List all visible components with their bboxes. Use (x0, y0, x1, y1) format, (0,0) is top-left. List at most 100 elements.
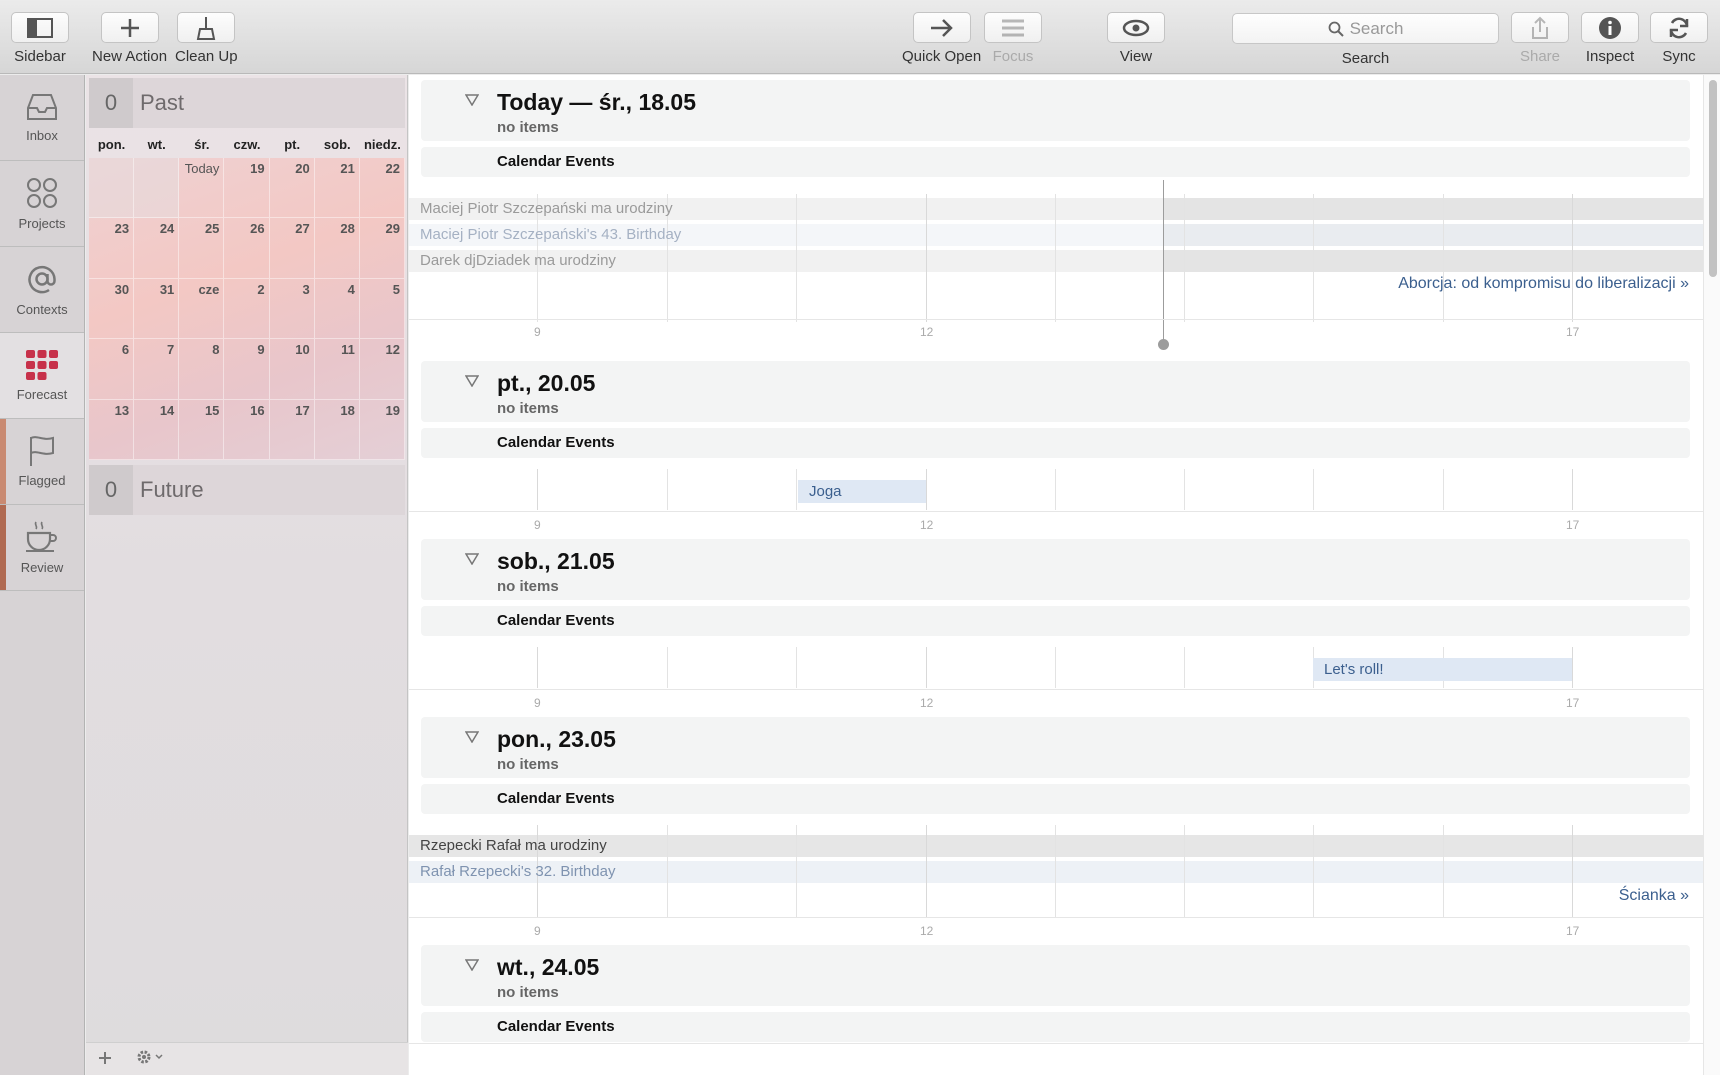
calendar-day[interactable]: 5 (359, 278, 405, 340)
calendar-day[interactable]: 15 (179, 399, 225, 460)
calendar-day[interactable]: 2 (224, 278, 270, 340)
calendar-day[interactable]: 19 (359, 399, 405, 460)
calendar-day[interactable]: 28 (314, 218, 360, 279)
calendar-day[interactable]: 16 (224, 399, 270, 460)
calendar-day[interactable]: 30 (89, 278, 135, 340)
calendar-day[interactable]: 18 (314, 399, 360, 460)
forecast-main: Today — śr., 18.05 no items Calendar Eve… (409, 75, 1703, 1075)
calendar-day[interactable]: cze (179, 278, 225, 340)
perspective-projects[interactable]: Projects (0, 161, 84, 247)
day-header-2405[interactable]: wt., 24.05 no items (421, 945, 1690, 1006)
hour-tick: 9 (534, 325, 541, 339)
disclosure-triangle-icon[interactable] (465, 731, 479, 743)
calendar-day[interactable]: 8 (179, 339, 225, 400)
calendar-day[interactable]: 20 (269, 158, 315, 219)
calendar-day[interactable]: 3 (269, 278, 315, 340)
vertical-scrollbar[interactable] (1703, 75, 1720, 1075)
day-title: Today — śr., 18.05 (497, 89, 697, 115)
perspective-inbox[interactable]: Inbox (0, 75, 84, 161)
future-label: Future (140, 477, 204, 502)
inspect-button[interactable]: Inspect (1581, 12, 1639, 65)
day-header-2305[interactable]: pon., 23.05 no items (421, 717, 1690, 778)
clean-up-button[interactable]: Clean Up (175, 12, 238, 65)
calendar-events-label: Calendar Events (497, 612, 615, 629)
day-title: wt., 24.05 (497, 954, 600, 980)
calendar-event[interactable]: Maciej Piotr Szczepański ma urodziny (409, 198, 673, 220)
calendar-events-label: Calendar Events (497, 1018, 615, 1035)
calendar-day[interactable]: 6 (89, 339, 135, 400)
calendar-day[interactable] (134, 158, 180, 219)
calendar-day[interactable]: 31 (134, 278, 180, 340)
calendar-day[interactable]: 4 (314, 278, 360, 340)
hour-tick: 12 (920, 924, 934, 938)
forecast-icon (26, 350, 58, 380)
calendar-day[interactable]: 24 (134, 218, 180, 279)
calendar-day[interactable]: 27 (269, 218, 315, 279)
disclosure-triangle-icon[interactable] (465, 375, 479, 387)
day-subtitle: no items (497, 119, 559, 136)
flag-icon (30, 436, 54, 466)
month-grid: Today 19 20 21 22 23 24 25 26 27 28 29 30 31 cze 2 3 4 5 6 7… (89, 158, 405, 460)
list-icon (1002, 19, 1024, 36)
calendar-day[interactable] (89, 158, 135, 219)
disclosure-triangle-icon[interactable] (465, 553, 479, 565)
day-header-2005[interactable]: pt., 20.05 no items (421, 361, 1690, 422)
new-action-label: New Action (92, 48, 168, 65)
sidebar-toggle-button[interactable]: Sidebar (11, 12, 69, 65)
calendar-day[interactable]: 17 (269, 399, 315, 460)
calendar-day[interactable]: 7 (134, 339, 180, 400)
calendar-day[interactable]: 10 (269, 339, 315, 400)
calendar-event[interactable]: Rafał Rzepecki's 32. Birthday (409, 861, 615, 883)
settings-button[interactable] (136, 1048, 164, 1071)
perspective-contexts[interactable]: Contexts (0, 247, 84, 333)
calendar-day[interactable]: 22 (359, 158, 405, 219)
perspective-review[interactable]: Review (0, 505, 84, 591)
calendar-day[interactable]: 11 (314, 339, 360, 400)
calendar-events-label: Calendar Events (497, 790, 615, 807)
add-button[interactable] (98, 1048, 112, 1071)
future-bucket[interactable]: 0 Future (89, 465, 405, 515)
weekday-label: śr. (194, 137, 210, 152)
disclosure-triangle-icon[interactable] (465, 94, 479, 106)
calendar-day[interactable]: 19 (224, 158, 270, 219)
sync-button[interactable]: Sync (1650, 12, 1708, 65)
calendar-event[interactable]: Let's roll! (1313, 658, 1572, 681)
day-header-2105[interactable]: sob., 21.05 no items (421, 539, 1690, 600)
calendar-day[interactable]: 26 (224, 218, 270, 279)
hour-tick: 17 (1566, 696, 1580, 710)
calendar-day[interactable]: 23 (89, 218, 135, 279)
calendar-day[interactable]: 13 (89, 399, 135, 460)
calendar-event[interactable]: Darek djDziadek ma urodziny (409, 250, 616, 272)
calendar-day[interactable]: 9 (224, 339, 270, 400)
focus-button[interactable]: Focus (984, 12, 1042, 65)
new-action-button[interactable]: New Action (92, 12, 167, 65)
calendar-day[interactable]: 29 (359, 218, 405, 279)
more-events-link[interactable]: Ścianka » (1619, 887, 1689, 905)
past-bucket[interactable]: 0 Past (89, 78, 405, 128)
weekday-label: czw. (233, 137, 261, 152)
disclosure-triangle-icon[interactable] (465, 959, 479, 971)
day-header-today[interactable]: Today — śr., 18.05 no items (421, 80, 1690, 141)
view-label: View (1119, 48, 1153, 65)
view-button[interactable]: View (1107, 12, 1165, 65)
calendar-events-header: Calendar Events (421, 428, 1690, 458)
day-title: pon., 23.05 (497, 726, 616, 752)
day-title: sob., 21.05 (497, 548, 615, 574)
calendar-day-today[interactable]: Today (179, 158, 225, 219)
eye-icon (1122, 19, 1150, 36)
calendar-day[interactable]: 25 (179, 218, 225, 279)
calendar-day[interactable]: 21 (314, 158, 360, 219)
calendar-event[interactable]: Joga (798, 480, 926, 503)
perspective-forecast[interactable]: Forecast (0, 333, 84, 419)
share-button[interactable]: Share (1511, 12, 1569, 65)
perspective-label: Flagged (18, 473, 66, 488)
search-input[interactable]: Search (1232, 13, 1499, 44)
scroll-thumb[interactable] (1709, 80, 1717, 277)
calendar-event[interactable]: Rzepecki Rafał ma urodziny (409, 835, 607, 857)
calendar-day[interactable]: 12 (359, 339, 405, 400)
calendar-event[interactable]: Maciej Piotr Szczepański's 43. Birthday (409, 224, 681, 246)
quick-open-button[interactable]: Quick Open (902, 12, 981, 65)
calendar-day[interactable]: 14 (134, 399, 180, 460)
more-events-link[interactable]: Aborcja: od kompromisu do liberalizacji … (1398, 275, 1689, 293)
perspective-flagged[interactable]: Flagged (0, 419, 84, 505)
